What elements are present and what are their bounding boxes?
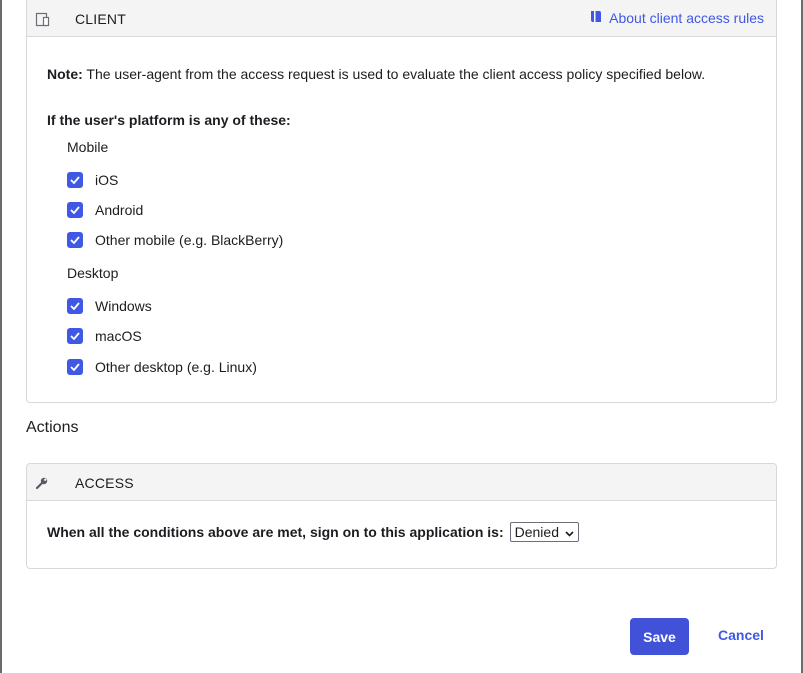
checkbox-checked-icon[interactable] [67, 328, 83, 344]
checkbox-other-desktop[interactable]: Other desktop (e.g. Linux) [67, 359, 257, 375]
checkbox-label: Other mobile (e.g. BlackBerry) [95, 232, 284, 248]
access-select-value: Denied [514, 524, 559, 540]
client-title: CLIENT [75, 11, 126, 27]
access-panel: ACCESS When all the conditions above are… [26, 463, 777, 569]
access-title: ACCESS [75, 475, 134, 491]
wrench-icon [35, 476, 51, 492]
checkbox-label: Other desktop (e.g. Linux) [95, 359, 257, 375]
about-client-access-rules-link[interactable]: About client access rules [590, 10, 764, 26]
access-panel-header: ACCESS [27, 464, 776, 501]
checkbox-checked-icon[interactable] [67, 232, 83, 248]
actions-heading: Actions [26, 419, 79, 436]
platform-question: If the user's platform is any of these: [47, 112, 291, 128]
checkbox-ios[interactable]: iOS [67, 172, 118, 188]
access-select[interactable]: Denied [509, 522, 579, 542]
checkbox-checked-icon[interactable] [67, 202, 83, 218]
note-text: Note: The user-agent from the access req… [47, 66, 705, 82]
client-panel: CLIENT About client access rules Note: T… [26, 0, 777, 403]
checkbox-other-mobile[interactable]: Other mobile (e.g. BlackBerry) [67, 232, 283, 248]
note-body: The user-agent from the access request i… [82, 66, 706, 82]
checkbox-label: Android [95, 202, 144, 218]
client-panel-header: CLIENT About client access rules [27, 0, 776, 37]
mobile-group-label: Mobile [67, 139, 109, 155]
cancel-button[interactable]: Cancel [718, 627, 764, 643]
device-icon [35, 11, 51, 27]
access-condition-text: When all the conditions above are met, s… [47, 524, 504, 540]
checkbox-checked-icon[interactable] [67, 298, 83, 314]
note-label: Note: [47, 66, 83, 82]
access-condition-row: When all the conditions above are met, s… [47, 522, 579, 542]
checkbox-label: iOS [95, 172, 119, 188]
desktop-group-label: Desktop [67, 265, 119, 281]
about-client-access-rules-label: About client access rules [609, 10, 764, 26]
checkbox-label: macOS [95, 328, 142, 344]
checkbox-windows[interactable]: Windows [67, 298, 152, 314]
window-border-left [0, 0, 2, 673]
checkbox-macos[interactable]: macOS [67, 328, 142, 344]
checkbox-label: Windows [95, 298, 152, 314]
checkbox-checked-icon[interactable] [67, 359, 83, 375]
chevron-down-icon [565, 524, 574, 540]
save-button[interactable]: Save [630, 618, 689, 655]
book-icon [590, 10, 602, 26]
checkbox-checked-icon[interactable] [67, 172, 83, 188]
checkbox-android[interactable]: Android [67, 202, 143, 218]
